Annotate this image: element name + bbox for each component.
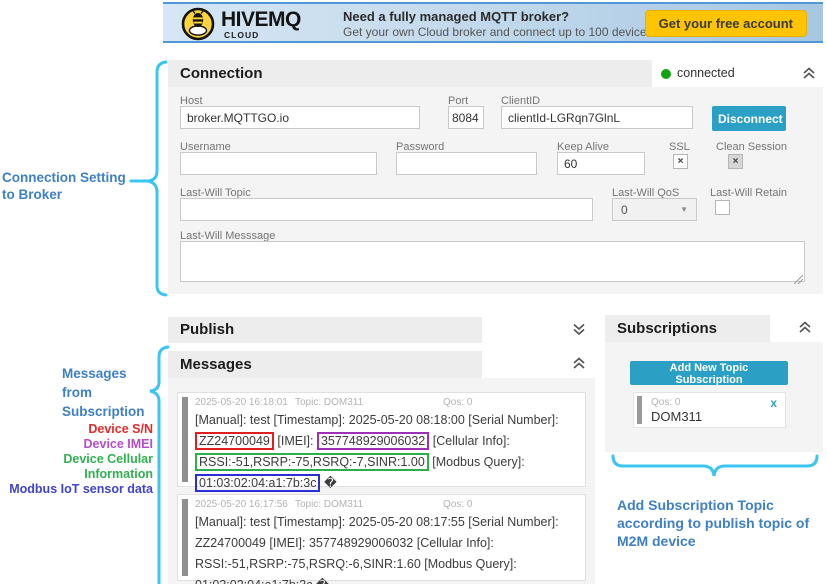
remove-subscription-icon[interactable]: x — [770, 396, 777, 410]
serial-number-highlight: ZZ24700049 — [195, 432, 274, 450]
legend-device-sn: Device S/N — [0, 422, 153, 437]
subscription-item-bar — [637, 396, 642, 424]
subscriptions-title: Subscriptions — [617, 320, 717, 337]
message-payload: [Manual]: test [Timestamp]: 2025-05-20 0… — [195, 512, 579, 584]
host-input[interactable] — [180, 106, 420, 129]
message-card-bar — [182, 499, 188, 576]
connected-dot-icon — [661, 69, 671, 79]
message-card: 2025-05-20 16:18:01 Topic: DOM311 Qos: 0… — [177, 392, 586, 487]
ssl-checkbox[interactable]: × — [673, 154, 688, 169]
message-qos: Qos: 0 — [443, 397, 472, 408]
chevron-down-icon: ▼ — [680, 205, 688, 214]
message-timestamp: 2025-05-20 16:17:56 — [195, 499, 295, 510]
hivemq-bee-icon[interactable] — [181, 7, 215, 46]
messages-title: Messages — [180, 356, 252, 373]
clientid-input[interactable] — [501, 106, 693, 129]
resize-handle-icon[interactable] — [794, 271, 803, 289]
connection-title: Connection — [180, 65, 263, 82]
page: HIVEMQ CLOUD Need a fully managed MQTT b… — [0, 0, 827, 584]
connection-note: Connection Setting to Broker — [2, 169, 126, 203]
subscription-qos: Qos: 0 — [651, 397, 680, 408]
keepalive-input[interactable] — [557, 152, 645, 175]
modbus-highlight: 01:03:02:04:a1:7b:3c — [195, 474, 320, 492]
brand-sub: CLOUD — [224, 30, 259, 40]
clean-session-checkbox[interactable]: × — [728, 154, 743, 169]
publish-title: Publish — [180, 321, 234, 338]
message-meta: 2025-05-20 16:17:56 Topic: DOM311 Qos: 0 — [195, 499, 579, 510]
subscription-item: Qos: 0 x DOM311 — [633, 392, 786, 428]
payload-legend: Device S/N Device IMEI Device Cellular I… — [0, 422, 153, 497]
username-input[interactable] — [180, 152, 377, 175]
legend-modbus-data: Modbus IoT sensor data — [0, 482, 153, 497]
disconnect-button[interactable]: Disconnect — [712, 106, 786, 131]
messages-collapse-icon[interactable] — [570, 355, 588, 371]
publish-expand-icon[interactable] — [570, 321, 588, 337]
messages-note: Messages from Subscription — [62, 364, 145, 421]
lastwill-topic-input[interactable] — [180, 198, 593, 221]
message-qos: Qos: 0 — [443, 499, 472, 510]
add-subscription-note: Add Subscription Topic according to publ… — [617, 496, 827, 550]
connection-collapse-icon[interactable] — [800, 65, 818, 81]
brand-name[interactable]: HIVEMQ — [221, 8, 301, 32]
message-payload: [Manual]: test [Timestamp]: 2025-05-20 0… — [195, 410, 579, 494]
banner-headline: Need a fully managed MQTT broker? — [343, 9, 569, 24]
port-input[interactable] — [448, 106, 484, 129]
legend-device-imei: Device IMEI — [0, 437, 153, 452]
subscriptions-collapse-icon[interactable] — [796, 319, 814, 335]
ssl-label: SSL — [669, 141, 690, 153]
message-card-bar — [182, 397, 188, 482]
hivemq-banner: HIVEMQ CLOUD Need a fully managed MQTT b… — [163, 2, 823, 43]
legend-device-cellular: Device Cellular Information — [0, 452, 153, 482]
lastwill-retain-checkbox[interactable] — [715, 200, 730, 215]
password-input[interactable] — [396, 152, 537, 175]
connection-status: connected — [677, 66, 735, 80]
get-free-account-button[interactable]: Get your free account — [645, 10, 807, 37]
imei-highlight: 357748929006032 — [317, 432, 429, 450]
clean-session-label: Clean Session — [716, 141, 787, 153]
message-topic: Topic: DOM311 — [295, 499, 443, 510]
message-topic: Topic: DOM311 — [295, 397, 443, 408]
lastwill-qos-select[interactable]: 0 ▼ — [612, 198, 697, 221]
subscription-topic: DOM311 — [651, 409, 702, 424]
cellular-highlight: RSSI:-51,RSRP:-75,RSRQ:-7,SINR:1.00 — [195, 453, 429, 471]
lastwill-message-textarea[interactable] — [180, 241, 805, 282]
add-subscription-button[interactable]: Add New Topic Subscription — [630, 361, 788, 385]
message-meta: 2025-05-20 16:18:01 Topic: DOM311 Qos: 0 — [195, 397, 579, 408]
lastwill-retain-label: Last-Will Retain — [710, 187, 787, 199]
message-timestamp: 2025-05-20 16:18:01 — [195, 397, 295, 408]
message-card: 2025-05-20 16:17:56 Topic: DOM311 Qos: 0… — [177, 494, 586, 581]
